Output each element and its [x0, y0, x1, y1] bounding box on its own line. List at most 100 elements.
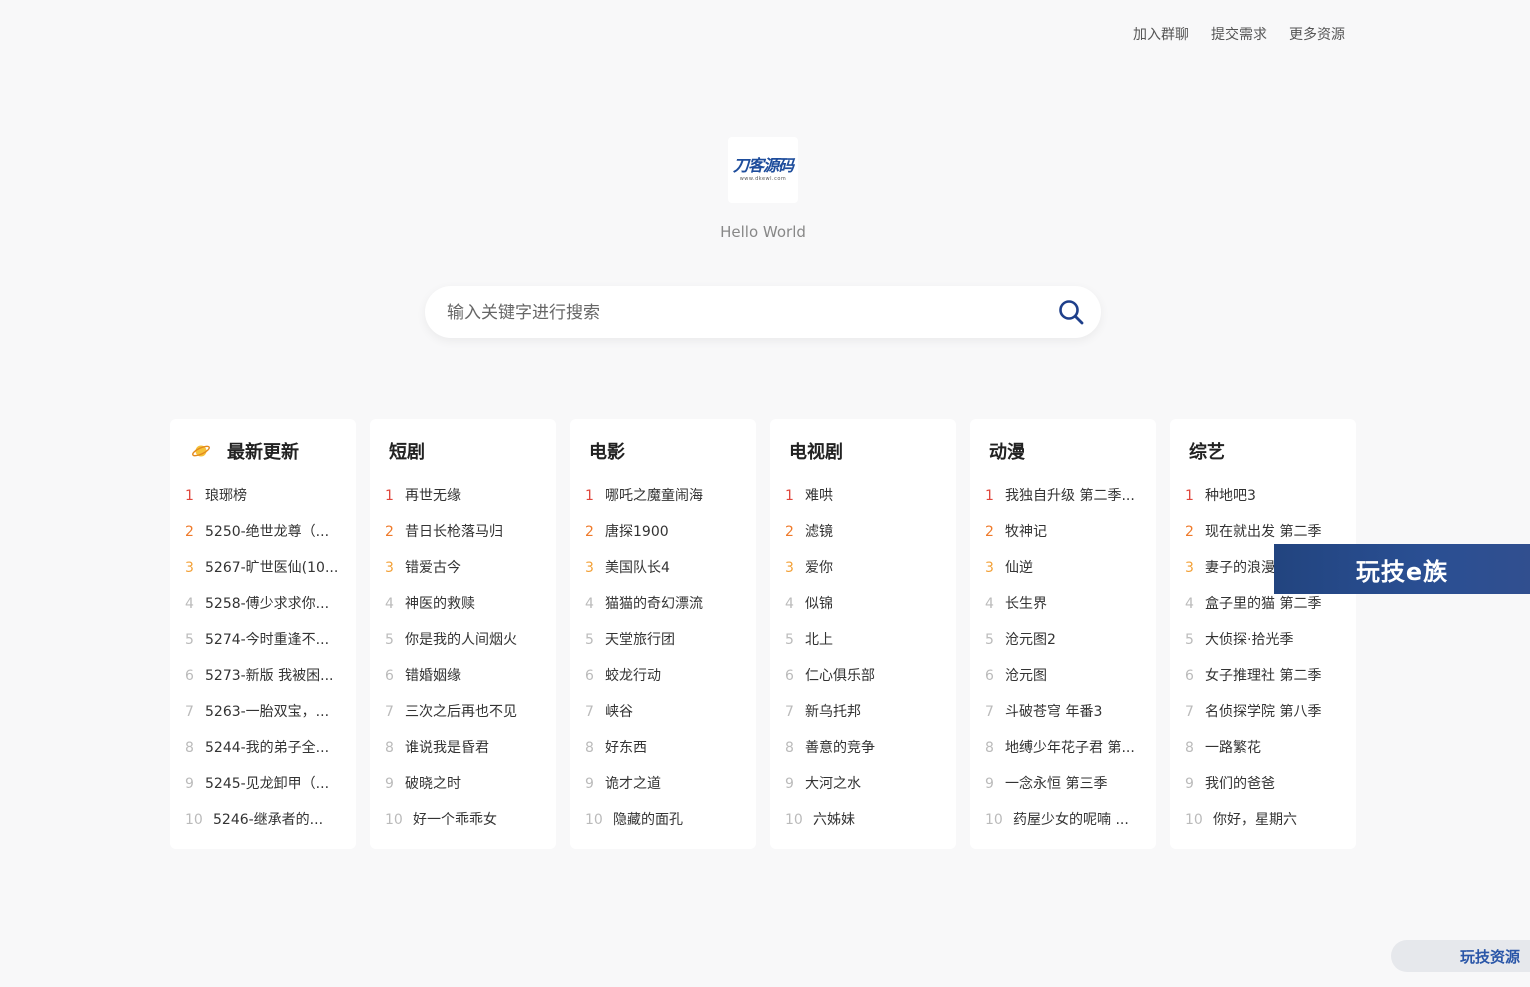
list-item[interactable]: 5 你是我的人间烟火: [370, 622, 556, 658]
item-title: 谁说我是昏君: [405, 740, 489, 756]
list-item[interactable]: 7 5263-一胎双宝，...: [170, 694, 356, 730]
list-item[interactable]: 6 沧元图: [970, 658, 1156, 694]
rank-number: 8: [1185, 740, 1194, 756]
list-item[interactable]: 6 错婚姻缘: [370, 658, 556, 694]
item-title: 好东西: [605, 740, 647, 756]
list-item[interactable]: 3 爱你: [770, 550, 956, 586]
list-item[interactable]: 6 仁心俱乐部: [770, 658, 956, 694]
item-title: 诡才之道: [605, 776, 661, 792]
list-item[interactable]: 9 我们的爸爸: [1170, 766, 1356, 802]
list-item[interactable]: 9 破晓之时: [370, 766, 556, 802]
list-item[interactable]: 6 蛟龙行动: [570, 658, 756, 694]
card-title[interactable]: 动漫: [970, 437, 1156, 465]
rank-number: 5: [1185, 632, 1194, 648]
item-title: 长生界: [1005, 596, 1047, 612]
list-item[interactable]: 8 善意的竞争: [770, 730, 956, 766]
list-item[interactable]: 10 5246-继承者的...: [170, 802, 356, 838]
rank-number: 10: [385, 812, 403, 828]
list-item[interactable]: 5 5274-今时重逢不...: [170, 622, 356, 658]
list-item[interactable]: 10 好一个乖乖女: [370, 802, 556, 838]
list-item[interactable]: 7 斗破苍穹 年番3: [970, 694, 1156, 730]
topnav-join-group-link[interactable]: 加入群聊: [1122, 22, 1200, 46]
list-item[interactable]: 10 药屋少女的呢喃 ...: [970, 802, 1156, 838]
item-title: 北上: [805, 632, 833, 648]
item-title: 蛟龙行动: [605, 668, 661, 684]
list-item[interactable]: 2 昔日长枪落马归: [370, 514, 556, 550]
item-title: 名侦探学院 第八季: [1205, 704, 1322, 720]
list-item[interactable]: 3 错爱古今: [370, 550, 556, 586]
list-item[interactable]: 9 诡才之道: [570, 766, 756, 802]
list-item[interactable]: 1 难哄: [770, 478, 956, 514]
list-item[interactable]: 8 好东西: [570, 730, 756, 766]
item-title: 妻子的浪漫: [1205, 560, 1275, 576]
item-title: 女子推理社 第二季: [1205, 668, 1322, 684]
item-title: 5274-今时重逢不...: [205, 632, 330, 648]
list-item[interactable]: 4 长生界: [970, 586, 1156, 622]
card-title[interactable]: 短剧: [370, 437, 556, 465]
list-item[interactable]: 7 峡谷: [570, 694, 756, 730]
topnav-more-resources-link[interactable]: 更多资源: [1278, 22, 1356, 46]
item-title: 昔日长枪落马归: [405, 524, 503, 540]
list-item[interactable]: 8 5244-我的弟子全...: [170, 730, 356, 766]
list-item[interactable]: 1 再世无缘: [370, 478, 556, 514]
card-title[interactable]: 最新更新: [170, 437, 356, 465]
card-title[interactable]: 电影: [570, 437, 756, 465]
list-item[interactable]: 6 女子推理社 第二季: [1170, 658, 1356, 694]
card-variety: 综艺 1 种地吧3 2 现在就出发 第二季 3 妻子的浪漫 4 盒子里的猫 第二季 5 大侦探·拾光…: [1170, 419, 1356, 849]
item-title: 错婚姻缘: [405, 668, 461, 684]
list-item[interactable]: 7 新乌托邦: [770, 694, 956, 730]
list-item[interactable]: 2 唐探1900: [570, 514, 756, 550]
list-item[interactable]: 4 神医的救赎: [370, 586, 556, 622]
list-item[interactable]: 9 一念永恒 第三季: [970, 766, 1156, 802]
list-item[interactable]: 2 滤镜: [770, 514, 956, 550]
list-item[interactable]: 10 隐藏的面孔: [570, 802, 756, 838]
rank-number: 5: [185, 632, 194, 648]
card-title-label: 短剧: [389, 442, 425, 463]
search-input[interactable]: [445, 286, 1049, 340]
list-item[interactable]: 8 一路繁花: [1170, 730, 1356, 766]
list-item[interactable]: 7 名侦探学院 第八季: [1170, 694, 1356, 730]
rank-number: 6: [585, 668, 594, 684]
rank-number: 1: [385, 488, 394, 504]
card-title[interactable]: 电视剧: [770, 437, 956, 465]
item-title: 5258-傅少求求你...: [205, 596, 330, 612]
item-title: 唐探1900: [605, 524, 669, 540]
list-item[interactable]: 5 天堂旅行团: [570, 622, 756, 658]
card-title[interactable]: 综艺: [1170, 437, 1356, 465]
item-title: 六姊妹: [813, 812, 855, 828]
list-item[interactable]: 2 牧神记: [970, 514, 1156, 550]
list-item[interactable]: 4 5258-傅少求求你...: [170, 586, 356, 622]
list-item[interactable]: 1 琅琊榜: [170, 478, 356, 514]
list-item[interactable]: 10 你好，星期六: [1170, 802, 1356, 838]
list-item[interactable]: 4 猫猫的奇幻漂流: [570, 586, 756, 622]
list-item[interactable]: 3 美国队长4: [570, 550, 756, 586]
item-title: 种地吧3: [1205, 488, 1256, 504]
item-title: 新乌托邦: [805, 704, 861, 720]
card-title-label: 最新更新: [227, 442, 299, 463]
site-logo[interactable]: 刀客源码 www.dkewl.com: [728, 137, 798, 203]
list-item[interactable]: 9 5245-见龙卸甲（...: [170, 766, 356, 802]
list-item[interactable]: 2 5250-绝世龙尊（...: [170, 514, 356, 550]
list-item[interactable]: 5 沧元图2: [970, 622, 1156, 658]
list-item[interactable]: 8 地缚少年花子君 第...: [970, 730, 1156, 766]
list-item[interactable]: 4 似锦: [770, 586, 956, 622]
list-item[interactable]: 3 5267-旷世医仙(10...: [170, 550, 356, 586]
list-item[interactable]: 9 大河之水: [770, 766, 956, 802]
item-title: 5250-绝世龙尊（...: [205, 524, 330, 540]
list-item[interactable]: 7 三次之后再也不见: [370, 694, 556, 730]
list-item[interactable]: 5 大侦探·拾光季: [1170, 622, 1356, 658]
list-item[interactable]: 1 我独自升级 第二季...: [970, 478, 1156, 514]
corner-badge[interactable]: 玩技资源: [1391, 940, 1530, 972]
rank-number: 7: [585, 704, 594, 720]
list-item[interactable]: 1 哪吒之魔童闹海: [570, 478, 756, 514]
list-item[interactable]: 6 5273-新版 我被困...: [170, 658, 356, 694]
list-item[interactable]: 10 六姊妹: [770, 802, 956, 838]
list-item[interactable]: 5 北上: [770, 622, 956, 658]
rank-number: 4: [385, 596, 394, 612]
item-title: 一路繁花: [1205, 740, 1261, 756]
list-item[interactable]: 3 仙逆: [970, 550, 1156, 586]
list-item[interactable]: 8 谁说我是昏君: [370, 730, 556, 766]
search-icon[interactable]: [1057, 298, 1085, 326]
topnav-submit-request-link[interactable]: 提交需求: [1200, 22, 1278, 46]
list-item[interactable]: 1 种地吧3: [1170, 478, 1356, 514]
